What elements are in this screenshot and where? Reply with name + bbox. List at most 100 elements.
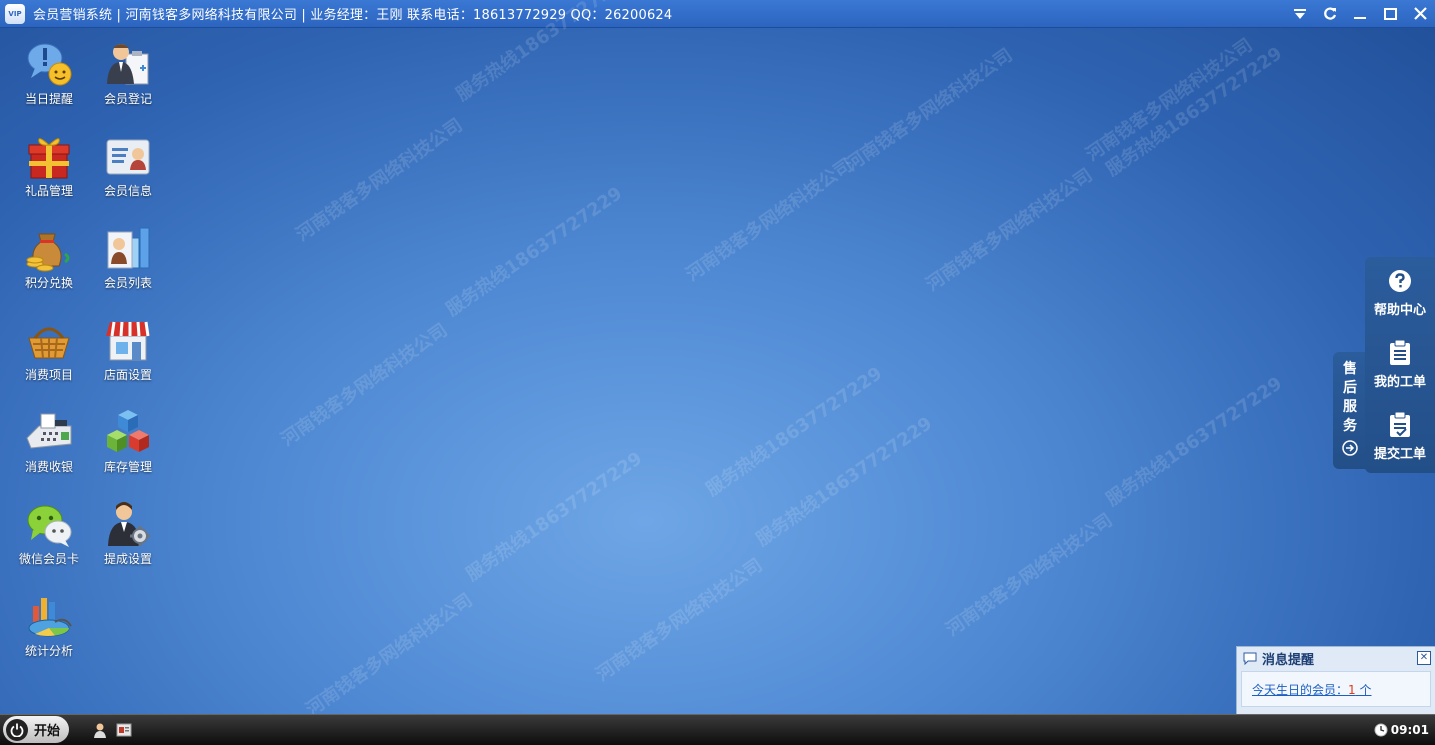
dropdown-menu-button[interactable]: [1285, 0, 1315, 27]
window-title: 会员营销系统 | 河南钱客多网络科技有限公司 | 业务经理：王刚 联系电话：18…: [33, 8, 673, 23]
service-tab-char: 售: [1343, 361, 1357, 377]
minimize-icon: [1354, 16, 1366, 19]
desktop-icon-statistics[interactable]: 统计分析: [12, 592, 86, 659]
start-label: 开始: [34, 724, 61, 739]
maximize-button[interactable]: [1375, 0, 1405, 27]
after-sales-service-panel: 帮助中心 我的工单 提交工单: [1365, 257, 1435, 473]
watermark-text: 服务热线18637727229: [1102, 372, 1287, 511]
refresh-icon: [1324, 6, 1337, 20]
member-register-icon: [104, 40, 152, 88]
icon-label: 会员列表: [103, 276, 152, 290]
watermark-text: 服务热线18637727229: [702, 362, 887, 501]
icon-label: 积分兑换: [24, 276, 73, 290]
power-icon: [6, 718, 28, 741]
my-tickets-button[interactable]: 我的工单: [1365, 339, 1435, 390]
after-sales-service-tab[interactable]: 售 后 服 务: [1333, 352, 1367, 469]
message-close-button[interactable]: ✕: [1417, 651, 1431, 665]
basket-icon: [25, 316, 73, 364]
watermark-text: 河南钱客多网络科技公司: [922, 164, 1097, 296]
watermark-text: 河南钱客多网络科技公司: [942, 509, 1117, 641]
member-chart-icon: [104, 224, 152, 272]
watermark-text: 服务热线18637727229: [752, 412, 937, 551]
desktop-icon-inventory[interactable]: 库存管理: [91, 408, 165, 475]
taskbar: 开始 09:01: [0, 714, 1435, 745]
commission-settings-icon: [104, 500, 152, 548]
window-controls: [1285, 0, 1435, 27]
watermark-text: 服务热线18637727229: [442, 182, 627, 321]
money-bag-icon: [25, 224, 73, 272]
cash-register-icon: [25, 408, 73, 456]
chat-bubble-icon: [1243, 652, 1257, 665]
service-tab-char: 务: [1343, 418, 1357, 434]
start-button[interactable]: 开始: [3, 716, 69, 743]
icon-label: 当日提醒: [24, 92, 73, 106]
clipboard-icon: [1386, 339, 1414, 367]
submit-clipboard-icon: [1386, 411, 1414, 439]
icon-label: 统计分析: [24, 644, 73, 658]
member-card-icon: [104, 132, 152, 180]
desktop-icon-points-exchange[interactable]: 积分兑换: [12, 224, 86, 291]
service-tab-char: 服: [1343, 399, 1357, 415]
help-center-button[interactable]: 帮助中心: [1365, 267, 1435, 318]
title-bar: VIP 会员营销系统 | 河南钱客多网络科技有限公司 | 业务经理：王刚 联系电…: [0, 0, 1435, 28]
watermark-text: 河南钱客多网络科技公司: [292, 114, 467, 246]
help-icon: [1386, 267, 1414, 295]
message-title: 消息提醒: [1262, 652, 1315, 668]
watermark-text: 河南钱客多网络科技公司: [842, 44, 1017, 176]
icon-label: 微信会员卡: [18, 552, 79, 566]
arrow-right-circle-icon: [1342, 440, 1358, 456]
desktop-icon-store-settings[interactable]: 店面设置: [91, 316, 165, 383]
desktop-icon-wechat-card[interactable]: 微信会员卡: [12, 500, 86, 567]
clock-time: 09:01: [1390, 723, 1429, 737]
message-reminder-popup: 消息提醒 ✕ 今天生日的会员：1 个: [1236, 646, 1435, 715]
my-tickets-label: 我的工单: [1373, 375, 1426, 390]
icon-label: 库存管理: [103, 460, 152, 474]
taskbar-clock: 09:01: [1374, 723, 1429, 737]
watermark-text: 河南钱客多网络科技公司: [682, 154, 857, 286]
quicklaunch-user-icon[interactable]: [92, 722, 108, 738]
desktop-icon-commission-settings[interactable]: 提成设置: [91, 500, 165, 567]
desktop-icon-checkout[interactable]: 消费收银: [12, 408, 86, 475]
storefront-icon: [104, 316, 152, 364]
birthday-count: 1: [1348, 682, 1356, 697]
submit-ticket-label: 提交工单: [1373, 447, 1426, 462]
close-button[interactable]: [1405, 0, 1435, 27]
message-header: 消息提醒: [1237, 647, 1435, 669]
reminder-bubble-icon: [25, 40, 73, 88]
triangle-down-icon: [1294, 8, 1306, 19]
desktop-icon-member-list[interactable]: 会员列表: [91, 224, 165, 291]
service-tab-char: 后: [1343, 380, 1357, 396]
close-icon: [1413, 7, 1427, 20]
quicklaunch-card-icon[interactable]: [116, 722, 132, 738]
maximize-icon: [1383, 7, 1397, 20]
cubes-icon: [104, 408, 152, 456]
statistics-icon: [25, 592, 73, 640]
desktop-icon-member-register[interactable]: 会员登记: [91, 40, 165, 107]
desktop-icon-member-info[interactable]: 会员信息: [91, 132, 165, 199]
desktop-icon-consumption-items[interactable]: 消费项目: [12, 316, 86, 383]
desktop-icon-gift-management[interactable]: 礼品管理: [12, 132, 86, 199]
icon-label: 店面设置: [103, 368, 152, 382]
vip-logo-icon: VIP: [5, 3, 25, 24]
watermark-text: 河南钱客多网络科技公司: [592, 554, 767, 686]
minimize-button[interactable]: [1345, 0, 1375, 27]
watermark-text: 服务热线18637727229: [1102, 42, 1287, 181]
gift-icon: [25, 132, 73, 180]
message-body: 今天生日的会员：1 个: [1241, 671, 1431, 707]
watermark-text: 河南钱客多网络科技公司: [302, 589, 477, 721]
icon-label: 会员登记: [103, 92, 152, 106]
icon-label: 会员信息: [103, 184, 152, 198]
icon-label: 礼品管理: [24, 184, 73, 198]
icon-label: 消费项目: [24, 368, 73, 382]
wechat-icon: [25, 500, 73, 548]
birthday-members-link[interactable]: 今天生日的会员：1 个: [1252, 681, 1372, 698]
help-center-label: 帮助中心: [1373, 303, 1426, 318]
refresh-button[interactable]: [1315, 0, 1345, 27]
submit-ticket-button[interactable]: 提交工单: [1365, 411, 1435, 462]
birthday-text: 今天生日的会员：: [1252, 682, 1349, 697]
desktop-icon-daily-reminder[interactable]: 当日提醒: [12, 40, 86, 107]
watermark-text: 河南钱客多网络科技公司: [277, 319, 452, 451]
birthday-unit: 个: [1359, 682, 1372, 697]
watermark-text: 服务热线18637727229: [462, 447, 647, 586]
clock-icon: [1374, 723, 1388, 737]
